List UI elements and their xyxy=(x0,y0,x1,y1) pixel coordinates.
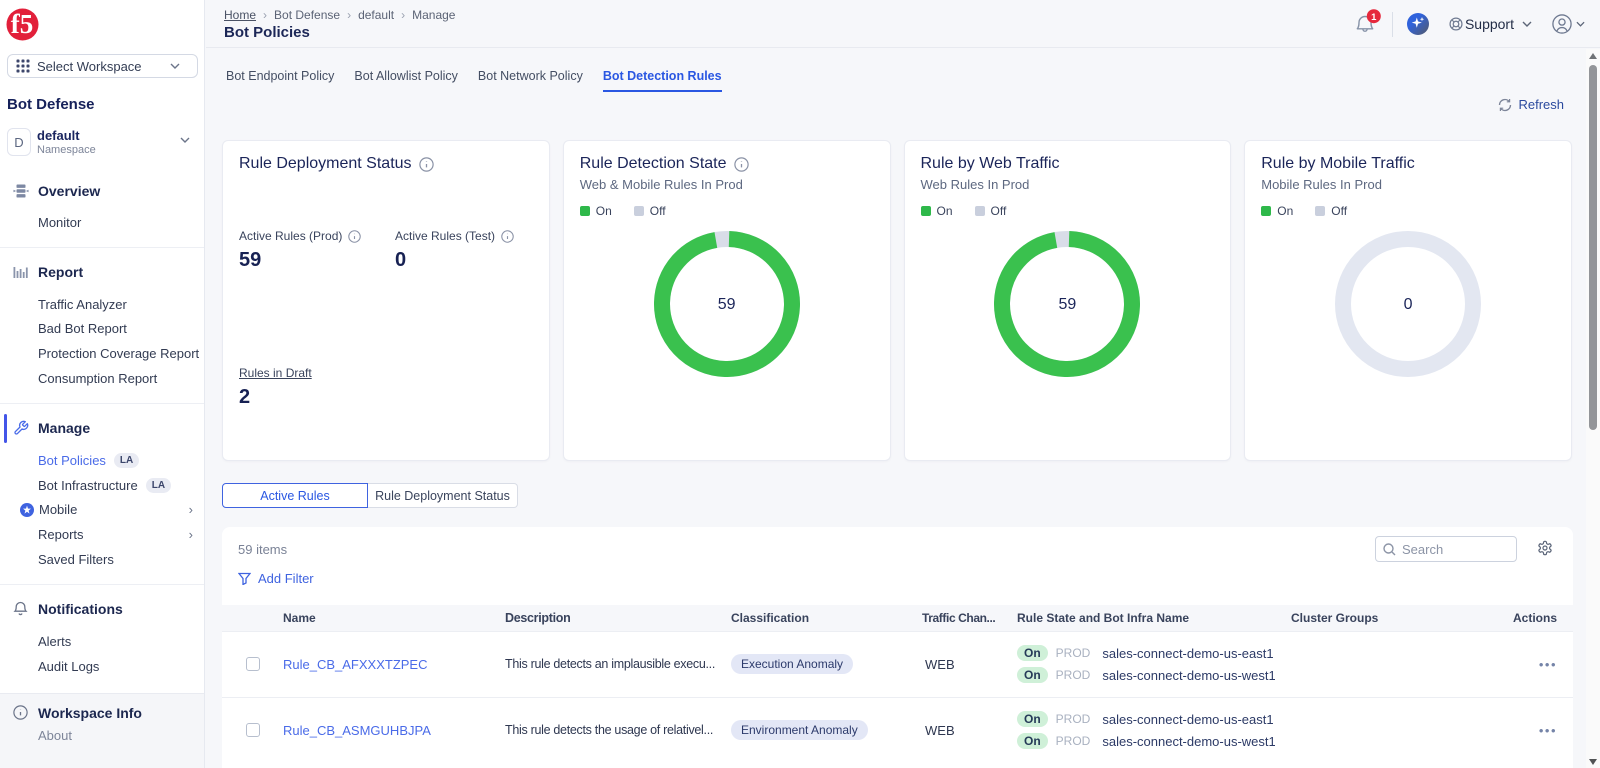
svg-text:f5: f5 xyxy=(11,9,34,39)
svg-text:1: 1 xyxy=(1371,12,1377,23)
